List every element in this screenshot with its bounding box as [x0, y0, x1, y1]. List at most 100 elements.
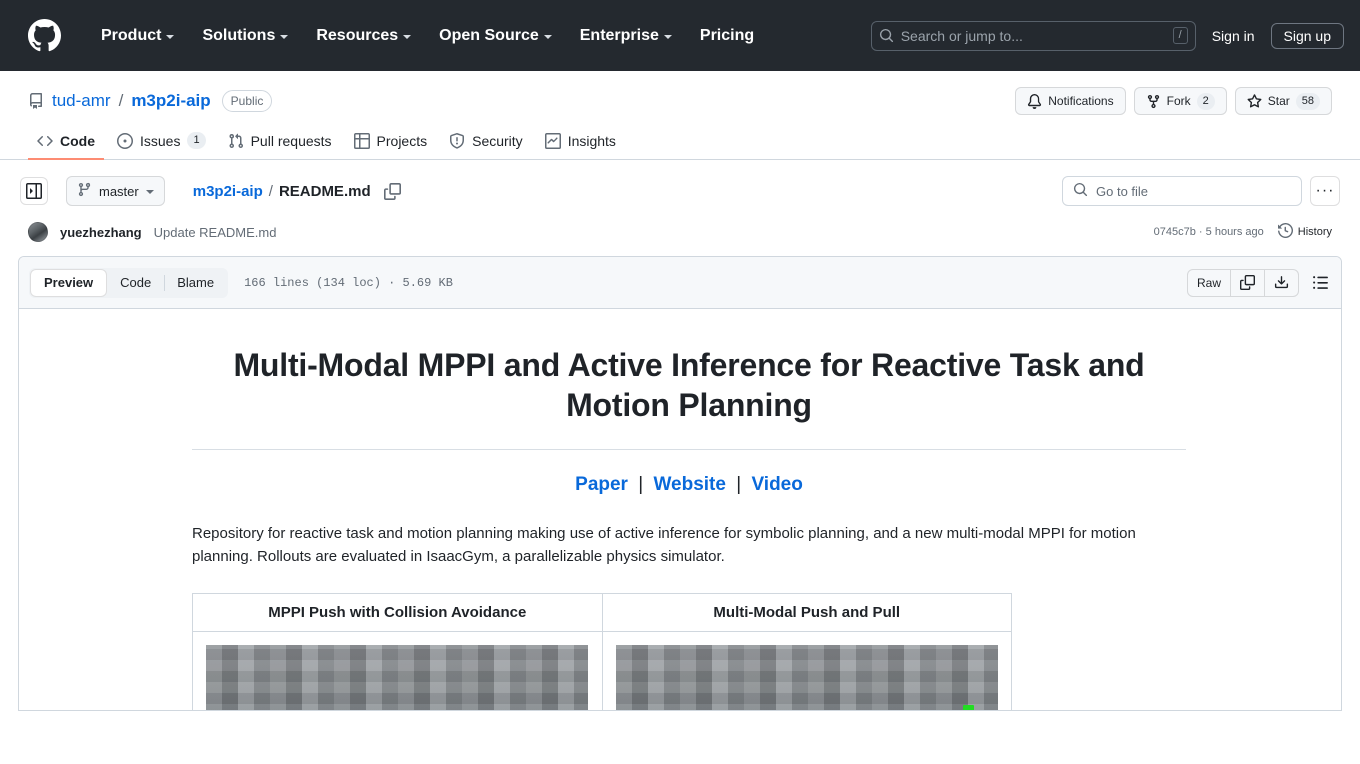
repo-visibility-badge: Public: [221, 90, 273, 112]
tab-issues[interactable]: Issues 1: [108, 126, 215, 160]
go-to-file-input[interactable]: Go to file: [1062, 176, 1302, 206]
tab-pull-requests[interactable]: Pull requests: [219, 127, 341, 160]
notifications-button[interactable]: Notifications: [1015, 87, 1126, 115]
website-link[interactable]: Website: [653, 474, 726, 495]
star-button[interactable]: Star 58: [1234, 87, 1332, 115]
table-header-row: MPPI Push with Collision Avoidance Multi…: [192, 592, 1012, 632]
nav-item-open-source[interactable]: Open Source: [425, 21, 566, 51]
repo-tabs: Code Issues 1 Pull requests Projects Sec…: [0, 115, 1360, 160]
repo-title: tud-amr / m3p2i-aip Public: [28, 90, 273, 112]
file-stats: 166 lines (134 loc) · 5.69 KB: [244, 275, 453, 290]
repo-title-row: tud-amr / m3p2i-aip Public Notifications…: [28, 87, 1332, 115]
repo-name-link[interactable]: m3p2i-aip: [131, 91, 210, 111]
tab-projects[interactable]: Projects: [345, 127, 437, 160]
simulation-image-multi-modal-push-pull: [615, 644, 998, 710]
nav-item-solutions[interactable]: Solutions: [188, 21, 302, 51]
nav-label: Resources: [316, 26, 399, 44]
tab-label: Pull requests: [250, 133, 332, 149]
table-cell-demo-1: [192, 630, 603, 710]
code-icon: [37, 133, 53, 149]
breadcrumb-repo-link[interactable]: m3p2i-aip: [193, 183, 263, 200]
raw-button[interactable]: Raw: [1188, 269, 1231, 296]
tab-label: Projects: [376, 133, 428, 149]
branch-selector[interactable]: master: [66, 176, 165, 206]
readme-description: Repository for reactive task and motion …: [192, 525, 1136, 566]
paper-link[interactable]: Paper: [575, 474, 628, 495]
sidebar-expand-icon[interactable]: [20, 177, 48, 205]
outline-list-icon[interactable]: [1309, 272, 1331, 294]
readme-links: Paper | Website | Video: [192, 474, 1186, 496]
link-separator: |: [638, 474, 644, 495]
view-mode-tabs: Preview Code Blame: [29, 267, 229, 298]
page-title: Multi-Modal MPPI and Active Inference fo…: [233, 347, 1145, 423]
file-navigation-bar: master m3p2i-aip / README.md Go to file …: [0, 160, 1360, 222]
title-divider: [192, 449, 1186, 450]
sign-in-link[interactable]: Sign in: [1212, 28, 1255, 44]
chevron-down-icon: [145, 190, 154, 194]
tab-preview[interactable]: Preview: [30, 268, 108, 297]
star-count: 58: [1295, 92, 1320, 110]
latest-commit-row: yuezhezhang Update README.md 0745c7b · 5…: [0, 222, 1360, 256]
fork-button[interactable]: Fork 2: [1133, 87, 1227, 115]
nav-label: Pricing: [699, 26, 755, 44]
readme-markdown-body: Multi-Modal MPPI and Active Inference fo…: [19, 309, 1341, 710]
checkered-floor: [206, 644, 589, 710]
copy-icon[interactable]: [383, 182, 401, 200]
video-link[interactable]: Video: [751, 474, 802, 495]
nav-label: Enterprise: [579, 26, 659, 44]
nav-item-product[interactable]: Product: [87, 21, 188, 51]
green-target-marker: [962, 704, 974, 710]
nav-item-resources[interactable]: Resources: [302, 21, 425, 51]
history-label: History: [1297, 226, 1332, 238]
avatar[interactable]: [28, 222, 48, 242]
tab-label: Insights: [567, 133, 616, 149]
breadcrumb-filename: README.md: [278, 182, 371, 200]
chevron-down-icon: [543, 34, 552, 39]
tab-insights[interactable]: Insights: [536, 127, 625, 160]
git-branch-icon: [77, 182, 92, 200]
tab-blame[interactable]: Blame: [164, 269, 227, 297]
file-content-header: Preview Code Blame 166 lines (134 loc) ·…: [19, 257, 1341, 309]
history-button[interactable]: History: [1277, 222, 1332, 241]
commit-hash-and-time[interactable]: 0745c7b · 5 hours ago: [1154, 226, 1264, 238]
tab-security[interactable]: Security: [440, 127, 532, 160]
tab-label: Security: [472, 133, 523, 149]
more-options-button[interactable]: ···: [1310, 176, 1340, 206]
raw-label: Raw: [1196, 275, 1221, 290]
search-icon: [879, 28, 894, 43]
download-icon[interactable]: [1265, 270, 1298, 296]
nav-item-pricing[interactable]: Pricing: [686, 21, 768, 51]
header-right-actions: Search or jump to... / Sign in Sign up: [870, 20, 1344, 51]
sign-up-button[interactable]: Sign up: [1270, 22, 1344, 49]
table-row: [192, 630, 1012, 710]
fork-count: 2: [1196, 92, 1215, 110]
tab-label: Issues: [140, 132, 181, 149]
tab-label: Code: [60, 133, 95, 149]
search-shortcut-key: /: [1172, 27, 1188, 44]
chevron-down-icon: [403, 34, 412, 39]
repo-owner-link[interactable]: tud-amr: [52, 91, 111, 111]
go-to-file-placeholder: Go to file: [1096, 183, 1149, 199]
github-mark-icon[interactable]: [28, 19, 61, 52]
nav-item-enterprise[interactable]: Enterprise: [566, 21, 686, 51]
breadcrumb-separator: /: [268, 182, 273, 200]
commit-meta-group: 0745c7b · 5 hours ago History: [1154, 222, 1332, 241]
global-nav: Product Solutions Resources Open Source …: [87, 21, 768, 51]
commit-message[interactable]: Update README.md: [154, 225, 277, 240]
repo-separator: /: [118, 91, 124, 110]
table-header-cell: Multi-Modal Push and Pull: [601, 592, 1012, 632]
link-separator: |: [736, 474, 742, 495]
repo-icon: [28, 93, 44, 109]
copy-raw-icon[interactable]: [1231, 269, 1265, 296]
global-header: Product Solutions Resources Open Source …: [0, 0, 1360, 71]
shield-icon: [449, 133, 465, 149]
commit-author[interactable]: yuezhezhang: [60, 225, 142, 240]
tab-code-view[interactable]: Code: [107, 269, 164, 297]
repo-header: tud-amr / m3p2i-aip Public Notifications…: [0, 71, 1360, 115]
search-input[interactable]: Search or jump to... /: [870, 20, 1196, 51]
tab-code[interactable]: Code: [28, 127, 104, 160]
nav-label: Solutions: [202, 26, 276, 44]
issue-opened-icon: [117, 132, 133, 149]
fork-label: Fork: [1166, 94, 1191, 108]
simulation-image-push-collision-avoidance: [206, 644, 589, 710]
